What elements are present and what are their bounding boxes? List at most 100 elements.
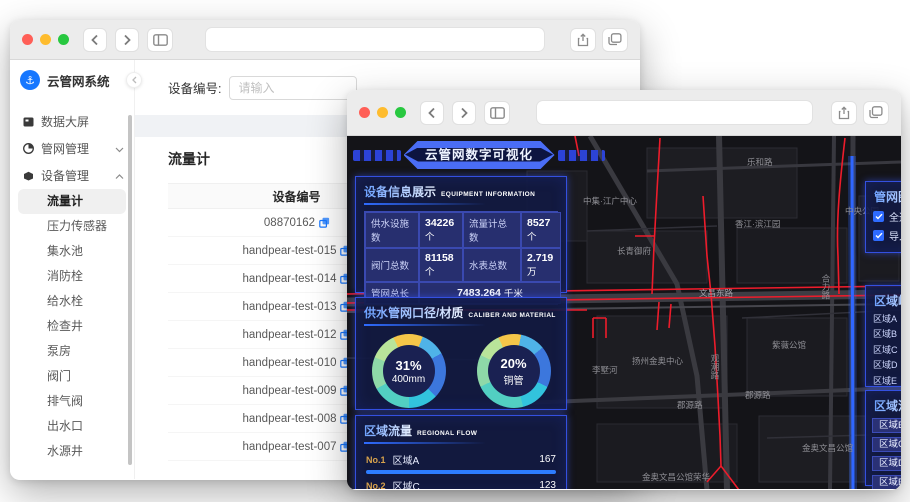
brand: ⚓ 云管网系统 [10, 60, 134, 100]
panel-title: 区域峰值 [874, 292, 901, 309]
back-button[interactable] [420, 100, 444, 125]
minimize-button[interactable] [377, 107, 388, 118]
stat-unit: 万 [527, 267, 537, 278]
chevron-up-icon [115, 169, 124, 183]
flow-rank-row: No.1 区域A 167 [356, 450, 566, 467]
regional-peak-panel: 区域峰值 区域A 区域B 区域C 区域D 区域E 0 [865, 285, 901, 387]
share-icon [838, 105, 850, 119]
flow-bar [366, 470, 556, 474]
caliber-material-panel: 供水管网口径/材质 CALIBER AND MATERIAL 31% 400mm… [355, 297, 567, 410]
sidebar-subitem-fire-hydrant[interactable]: 消防栓 [10, 264, 134, 289]
sidebar-subitem-outlet[interactable]: 出水口 [10, 414, 134, 439]
dashboard-icon [23, 117, 34, 126]
sidebar-item-device-mgmt[interactable]: 设备管理 [10, 162, 134, 189]
chevron-left-icon [131, 76, 136, 84]
sidebar-item-data-screen[interactable]: 数据大屏 [10, 108, 134, 135]
share-button[interactable] [831, 100, 857, 125]
zoom-button[interactable] [58, 34, 69, 45]
flow-region: 区域A [392, 456, 420, 467]
copy-icon[interactable] [319, 217, 330, 228]
stat-unit: 个 [425, 232, 435, 243]
map-label: 香江·滨江园 [735, 219, 780, 229]
sidebar-toggle-icon [152, 33, 168, 46]
donut-label: 铜管 [503, 375, 524, 387]
sidebar-subitem-pump-house[interactable]: 泵房 [10, 339, 134, 364]
regional-flow-panel: 区域流量 REGIONAL FLOW No.1 区域A 167 No.2 区域C… [355, 415, 567, 489]
url-bar[interactable] [536, 100, 813, 125]
title-underline [364, 203, 486, 205]
map-label: 郡源路 [745, 390, 771, 400]
dashboard-browser-window: 乐和路 中集·江广中心 香江·滨江园 中央公园 长青御府 文昌东路 合力路 扬州… [347, 90, 901, 490]
map-label: 紫薇公馆 [772, 340, 806, 350]
legend-item: 区域C [866, 340, 901, 356]
sidebar-subitem-flowmeter[interactable]: 流量计 [18, 189, 126, 214]
donut-percent: 20% [500, 355, 527, 371]
stat-unit: 个 [425, 267, 435, 278]
tabs-button[interactable] [602, 27, 628, 52]
device-id-input[interactable] [229, 75, 358, 100]
share-button[interactable] [570, 27, 596, 52]
close-button[interactable] [22, 34, 33, 45]
chevron-down-icon [115, 142, 124, 156]
close-button[interactable] [359, 107, 370, 118]
back-button[interactable] [83, 27, 107, 52]
stat-label: 阀门总数 [371, 261, 410, 272]
legend-item: 区域B [866, 325, 901, 341]
dashboard-title: 云管网数字可视化 [405, 148, 553, 162]
minimize-button[interactable] [40, 34, 51, 45]
flow-rank: No.2 [366, 480, 386, 490]
title-underline [364, 324, 486, 326]
donut-percent: 31% [395, 357, 422, 373]
traffic-lights [22, 34, 69, 45]
pipe-layers-panel: 管网图层 全选 导入管线 [865, 181, 901, 253]
stat-value: 34226 [425, 217, 455, 229]
layer-option[interactable]: 导入管线 [866, 224, 901, 243]
tabs-button[interactable] [863, 100, 889, 125]
sidebar-subitem-pressure-sensor[interactable]: 压力传感器 [10, 214, 134, 239]
sidebar-collapse-button[interactable] [126, 72, 142, 88]
flow-rank: No.1 [366, 454, 386, 465]
sidebar-subitem-valve[interactable]: 阀门 [10, 364, 134, 389]
map-label: 中集·江广中心 [583, 196, 637, 206]
layer-option[interactable]: 全选 [866, 205, 901, 224]
legend-item: 区域D [866, 356, 901, 372]
sidebar-subitem-water-hydrant[interactable]: 给水栓 [10, 289, 134, 314]
sidebar-item-pipe-mgmt[interactable]: 管网管理 [10, 135, 134, 162]
pipe-network-icon [23, 143, 34, 154]
map-label: 郡源路 [677, 400, 703, 410]
zoom-button[interactable] [395, 107, 406, 118]
sidebar-toggle-icon [489, 106, 505, 119]
sidebar-subitem-water-well[interactable]: 水源井 [10, 439, 134, 464]
browser-chrome [347, 90, 901, 136]
checkbox-checked-icon[interactable] [873, 230, 884, 241]
sidebar-scrollbar[interactable] [128, 115, 132, 465]
region-list-item[interactable]: 区域D [872, 456, 901, 471]
sidebar-subitem-sump[interactable]: 集水池 [10, 239, 134, 264]
sidebar-subitem-inspection-well[interactable]: 检查井 [10, 314, 134, 339]
device-box-icon [24, 171, 33, 180]
region-list-item[interactable]: 区域B [872, 418, 901, 433]
forward-button[interactable] [452, 100, 476, 125]
map-label: 长青御府 [617, 246, 652, 256]
header-decoration-left [353, 149, 401, 161]
tabs-icon [608, 33, 622, 46]
panel-title: 设备信息展示 [364, 185, 437, 199]
dashboard-content: 乐和路 中集·江广中心 香江·滨江园 中央公园 长青御府 文昌东路 合力路 扬州… [347, 136, 901, 489]
url-bar[interactable] [205, 27, 545, 52]
map-label: 乐和路 [747, 157, 773, 167]
stat-value: 2.719 [527, 252, 554, 264]
equipment-info-panel: 设备信息展示 EQUIPMENT INFORMATION 供水设施数 34226… [355, 176, 567, 305]
chevron-right-icon [461, 107, 468, 118]
stat-label: 流量计总数 [469, 219, 508, 244]
checkbox-checked-icon[interactable] [873, 211, 884, 222]
chevron-right-icon [124, 34, 131, 45]
brand-logo-icon: ⚓ [20, 70, 40, 90]
region-list-item[interactable]: 区域E [872, 475, 901, 489]
region-list-item[interactable]: 区域C [872, 437, 901, 452]
forward-button[interactable] [115, 27, 139, 52]
sidebar-toggle-button[interactable] [484, 100, 510, 125]
sidebar-toggle-button[interactable] [147, 27, 173, 52]
flow-rank-row: No.2 区域C 123 [356, 476, 566, 489]
sidebar-subitem-exhaust-valve[interactable]: 排气阀 [10, 389, 134, 414]
stat-label: 水表总数 [469, 261, 508, 272]
